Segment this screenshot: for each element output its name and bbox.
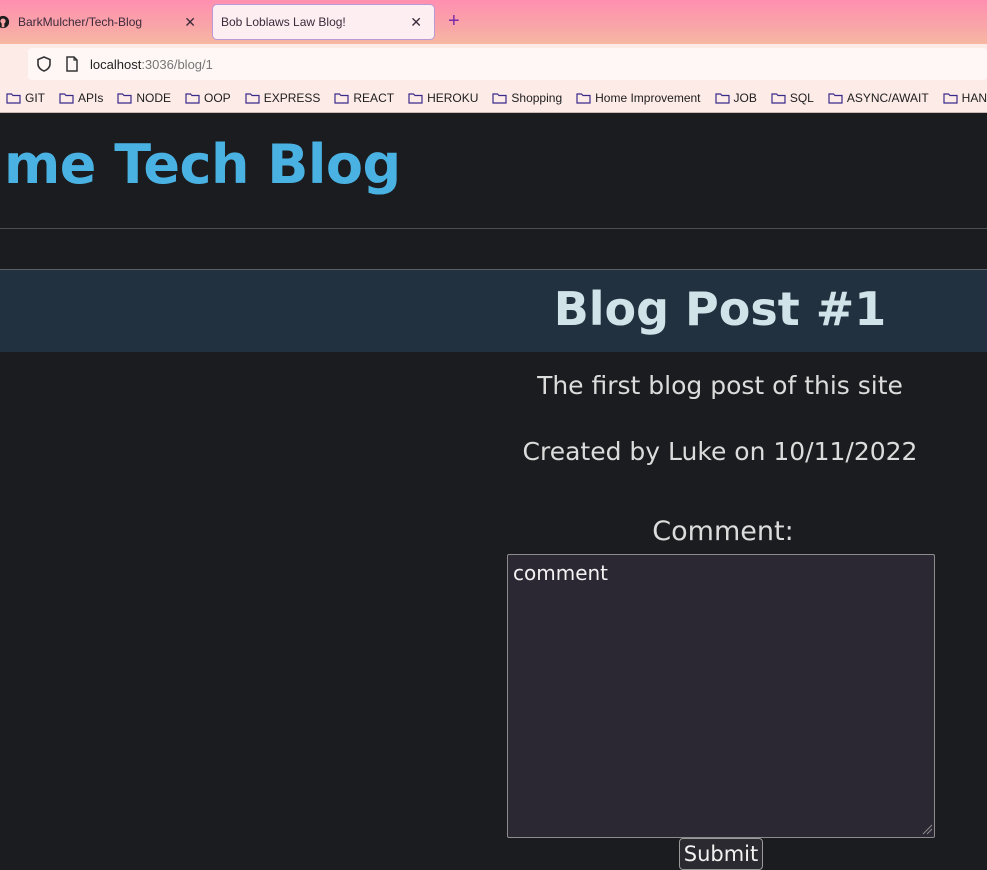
close-tab-icon[interactable]: ✕ [410, 14, 422, 31]
resize-grip-icon[interactable] [922, 824, 933, 835]
bookmark-item[interactable]: REACT [334, 91, 394, 105]
folder-icon [492, 93, 508, 104]
bookmark-item[interactable]: JOB [714, 91, 757, 105]
bookmark-label: OOP [204, 91, 231, 105]
browser-chrome: BarkMulcher/Tech-Blog ✕ Bob Loblaws Law … [0, 0, 987, 113]
bookmark-label: Shopping [511, 91, 563, 105]
folder-icon [6, 93, 21, 104]
bookmark-label: HEROKU [427, 91, 479, 105]
tab-label: BarkMulcher/Tech-Blog [18, 15, 143, 29]
folder-icon [185, 93, 200, 104]
shield-icon[interactable] [36, 56, 52, 72]
bookmark-item[interactable]: ASYNC/AWAIT [828, 91, 929, 105]
navigation-bar: localhost:3036/blog/1 [0, 44, 987, 84]
folder-icon [714, 93, 730, 104]
bookmark-label: SQL [789, 91, 814, 105]
folder-icon [771, 93, 786, 104]
bookmark-label: APIs [78, 91, 104, 105]
tab-active[interactable]: Bob Loblaws Law Blog! ✕ [213, 5, 434, 39]
bookmark-item[interactable]: APIs [59, 91, 103, 105]
bookmark-label: JOB [733, 91, 757, 105]
bookmark-item[interactable]: HANDLEBARS [943, 91, 987, 105]
new-tab-button[interactable]: + [448, 10, 460, 33]
post-description: The first blog post of this site [537, 371, 903, 400]
bookmark-item[interactable]: GIT [6, 91, 45, 105]
post-header: Blog Post #1 [0, 270, 987, 352]
tab-bar: BarkMulcher/Tech-Blog ✕ Bob Loblaws Law … [0, 0, 987, 44]
submit-button[interactable]: Submit [679, 838, 763, 870]
url-path: :3036/blog/1 [141, 57, 213, 72]
bookmark-label: Home Improvement [595, 91, 701, 105]
tab-github[interactable]: BarkMulcher/Tech-Blog ✕ [0, 5, 208, 39]
bookmark-item[interactable]: OOP [185, 91, 231, 105]
folder-icon [943, 93, 958, 104]
folder-icon [828, 93, 843, 104]
tab-label: Bob Loblaws Law Blog! [221, 15, 346, 29]
post-title: Blog Post #1 [553, 282, 887, 336]
post-meta: Created by Luke on 10/11/2022 [522, 437, 918, 466]
folder-icon [408, 93, 423, 104]
header-divider [0, 228, 987, 229]
bookmark-label: HANDLEBARS [961, 91, 987, 105]
bookmarks-toolbar: GIT APIs NODE OOP EXPRESS REACT HEROKU Shopping… [0, 84, 987, 113]
bookmark-item[interactable]: SQL [771, 91, 814, 105]
bookmark-item[interactable]: NODE [117, 91, 171, 105]
site-title[interactable]: ime Tech Blog [0, 133, 401, 196]
bookmark-item[interactable]: Shopping [492, 91, 562, 105]
folder-icon [117, 93, 132, 104]
folder-icon [245, 93, 260, 104]
url-text: localhost:3036/blog/1 [90, 57, 213, 72]
github-icon [0, 15, 10, 29]
bookmark-label: GIT [25, 91, 45, 105]
close-tab-icon[interactable]: ✕ [184, 14, 196, 31]
bookmark-item[interactable]: HEROKU [408, 91, 478, 105]
bookmark-label: ASYNC/AWAIT [846, 91, 929, 105]
address-bar[interactable]: localhost:3036/blog/1 [28, 48, 987, 80]
bookmark-label: REACT [353, 91, 395, 105]
blog-page: ime Tech Blog Blog Post #1 The first blo… [0, 113, 987, 870]
comment-label: Comment: [652, 516, 794, 547]
folder-icon [334, 93, 349, 104]
bookmark-item[interactable]: Home Improvement [576, 91, 701, 105]
bookmark-item[interactable]: EXPRESS [245, 91, 321, 105]
url-host: localhost [90, 57, 142, 72]
comment-textarea[interactable] [507, 554, 935, 838]
bookmark-label: EXPRESS [263, 91, 321, 105]
bookmark-label: NODE [136, 91, 172, 105]
page-icon [66, 56, 78, 72]
folder-icon [59, 93, 74, 104]
folder-icon [576, 93, 591, 104]
